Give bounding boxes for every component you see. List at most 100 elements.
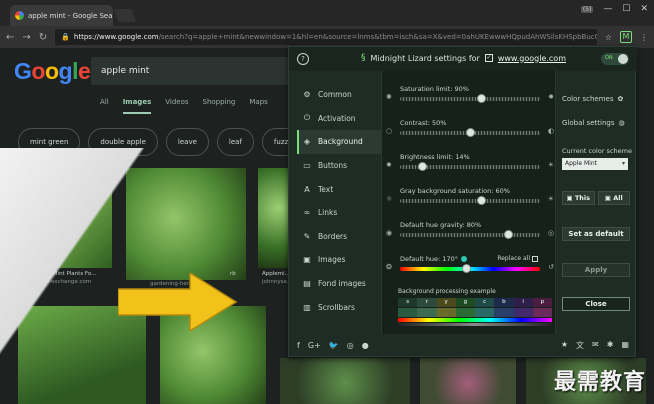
hue-gravity-slider[interactable]: Default hue gravity: 80% ◉ ◎ [386, 221, 554, 245]
facebook-icon[interactable]: f [297, 341, 300, 350]
url-scheme: https:// [73, 33, 99, 41]
logo-letter: g [58, 58, 73, 84]
brightness-limit-slider[interactable]: Brightness limit: 14% ✹ ☀ [386, 153, 554, 177]
minimize-icon[interactable]: — [603, 4, 612, 14]
gray-saturation-slider[interactable]: Gray background saturation: 60% ☼ ☀ [386, 187, 554, 211]
menu-icon[interactable]: ⋮ [640, 33, 648, 42]
profile-badge[interactable]: (5) [580, 5, 594, 13]
forward-icon[interactable]: → [22, 32, 30, 43]
chip[interactable]: mint green [18, 128, 81, 156]
contrast-slider[interactable]: Contrast: 50% ○ ◐ [386, 119, 554, 143]
star-icon[interactable]: ★ [561, 340, 568, 351]
save-this-button[interactable]: ▣ This [562, 191, 595, 205]
google-logo[interactable]: Google [14, 58, 91, 85]
link-label: Color schemes [562, 95, 614, 103]
selected-scheme: Apple Mint [565, 160, 597, 167]
apply-button[interactable]: Apply [562, 263, 630, 277]
replace-all-option[interactable]: Replace all [497, 255, 538, 262]
nav-item-scrollbars[interactable]: ▥ Scrollbars [297, 295, 382, 319]
sun-icon: ✹ [548, 93, 554, 101]
example-cell: i [513, 298, 533, 307]
nav-item-activation[interactable]: ⏻ Activation [297, 107, 382, 131]
reload-icon[interactable]: ↻ [39, 32, 47, 43]
site-link[interactable]: www.google.com [498, 54, 566, 63]
saturation-limit-slider[interactable]: Saturation limit: 90% ✺ ✹ [386, 85, 554, 109]
tab-shopping[interactable]: Shopping [203, 98, 236, 114]
browser-tab[interactable]: apple mint - Google Sear ✕ [10, 5, 113, 26]
back-icon[interactable]: ← [6, 32, 14, 43]
power-toggle[interactable]: ON [601, 53, 629, 65]
nav-label: Borders [318, 231, 348, 241]
color-scheme-select[interactable]: Apple Mint ▾ [562, 158, 628, 170]
close-window-icon[interactable]: ✕ [640, 4, 648, 14]
set-as-default-button[interactable]: Set as default [562, 227, 630, 241]
nav-item-buttons[interactable]: ▭ Buttons [297, 154, 382, 178]
images-icon: ▤ [303, 279, 311, 289]
lizard-logo-icon: § [361, 53, 366, 63]
bug-icon[interactable]: ✱ [607, 340, 614, 351]
example-cell: y [436, 298, 456, 307]
star-icon[interactable]: ☆ [605, 33, 612, 42]
text-icon: A [304, 184, 310, 194]
tab-maps[interactable]: Maps [249, 98, 267, 114]
google-plus-icon[interactable]: G+ [308, 341, 321, 350]
slider-track[interactable] [400, 233, 540, 237]
image-result[interactable] [126, 168, 246, 280]
mail-icon[interactable]: ✉ [592, 340, 599, 351]
slider-thumb[interactable] [503, 230, 513, 239]
image-result[interactable] [258, 168, 292, 268]
nav-label: Buttons [318, 161, 348, 171]
maximize-icon[interactable]: ☐ [622, 4, 630, 14]
slider-thumb[interactable] [477, 94, 487, 103]
tab-all[interactable]: All [100, 98, 109, 114]
button-label: All [613, 194, 623, 202]
twitter-icon[interactable]: 🐦 [329, 341, 339, 350]
instagram-icon[interactable]: ◎ [347, 341, 354, 350]
nav-item-text[interactable]: A Text [297, 177, 382, 201]
default-hue-slider[interactable]: Default hue: 170° Replace all ❂ ↺ [386, 255, 554, 279]
slider-thumb[interactable] [466, 128, 475, 137]
nav-item-common[interactable]: ⚙ Common [297, 83, 382, 107]
reset-icon[interactable]: ↺ [548, 263, 554, 271]
chip[interactable]: leaf [216, 128, 254, 156]
toggle-label: ON [605, 55, 613, 61]
slider-track[interactable] [400, 199, 540, 203]
nav-item-borders[interactable]: ✎ Borders [297, 225, 382, 249]
logo-letter: o [44, 58, 59, 84]
translate-icon[interactable]: 文 [576, 340, 584, 351]
replace-all-checkbox[interactable] [532, 255, 538, 262]
image-result[interactable] [280, 358, 410, 404]
tab-videos[interactable]: Videos [165, 98, 188, 114]
lock-icon: 🔒 [61, 33, 70, 41]
close-button[interactable]: Close [562, 297, 630, 311]
global-settings-link[interactable]: Global settings ◍ [562, 119, 625, 127]
tab-images[interactable]: Images [122, 98, 152, 114]
url-path: /search?q=apple+mint&newwindow=1&hl=en&s… [158, 33, 597, 41]
slider-thumb[interactable] [461, 264, 471, 273]
new-tab-button[interactable] [113, 9, 137, 22]
save-all-button[interactable]: ▣ All [597, 191, 630, 205]
color-schemes-link[interactable]: Color schemes ✿ [562, 95, 623, 103]
nav-item-links[interactable]: ∞ Links [297, 201, 382, 225]
address-bar[interactable]: 🔒 https://www.google.com/search?q=apple+… [55, 29, 597, 45]
image-caption[interactable]: Mint - Apple Mint Plants Fo... thegrower… [18, 270, 96, 286]
tab-title: apple mint - Google Sear [28, 11, 113, 20]
changelog-icon[interactable]: ▦ [621, 340, 629, 351]
site-checkbox[interactable]: ✓ [484, 54, 493, 62]
slider-track[interactable] [400, 97, 540, 101]
google-search-input[interactable]: apple mint [91, 57, 291, 85]
midnight-lizard-extension-icon[interactable]: M [620, 31, 632, 43]
slider-thumb[interactable] [418, 162, 428, 171]
help-icon[interactable]: ? [297, 53, 309, 65]
chip[interactable]: leave [165, 128, 209, 156]
nav-item-background[interactable]: ◈ Background [297, 130, 382, 154]
image-result[interactable] [18, 168, 112, 268]
chip[interactable]: double apple [88, 128, 158, 156]
slider-thumb[interactable] [477, 196, 487, 205]
nav-item-images[interactable]: ▣ Images [297, 248, 382, 272]
image-result[interactable] [420, 358, 516, 404]
github-icon[interactable]: ● [362, 341, 369, 350]
scrollbar-icon: ▥ [303, 302, 311, 312]
replace-all-label: Replace all [497, 255, 530, 262]
nav-item-fond-images[interactable]: ▤ Fond images [297, 272, 382, 296]
